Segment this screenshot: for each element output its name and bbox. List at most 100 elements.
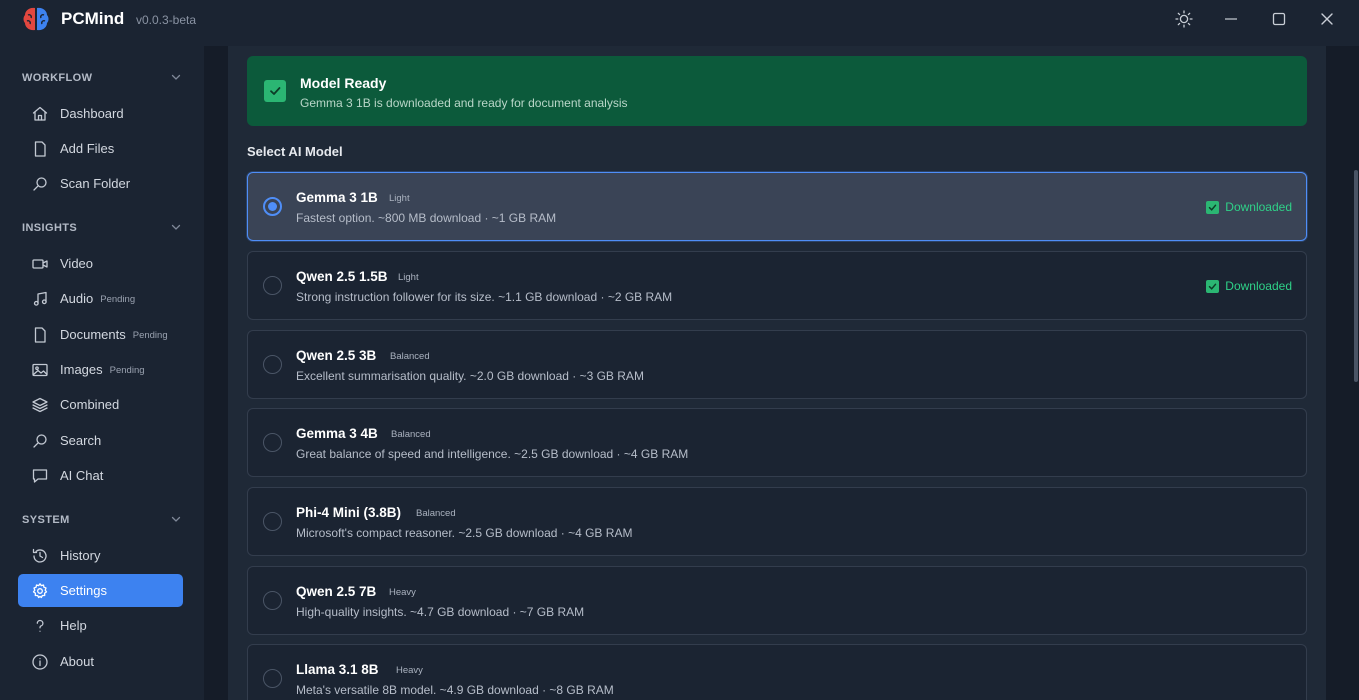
model-description: Excellent summarisation quality. ~2.0 GB… bbox=[296, 369, 644, 383]
chevron-down-icon bbox=[170, 513, 182, 528]
model-card[interactable]: Phi-4 Mini (3.8B) Balanced Microsoft's c… bbox=[247, 487, 1307, 556]
sidebar-item-combined[interactable]: Combined bbox=[18, 388, 183, 421]
sidebar-item-label: Search bbox=[60, 433, 102, 448]
section-title: WORKFLOW bbox=[22, 72, 93, 84]
model-description: Microsoft's compact reasoner. ~2.5 GB do… bbox=[296, 526, 633, 540]
sidebar-item-help[interactable]: Help bbox=[18, 609, 183, 642]
gear-icon bbox=[31, 582, 49, 600]
model-card[interactable]: Qwen 2.5 3B Balanced Excellent summarisa… bbox=[247, 330, 1307, 399]
sidebar-item-video[interactable]: Video bbox=[18, 247, 183, 280]
model-card[interactable]: Llama 3.1 8B Heavy Meta's versatile 8B m… bbox=[247, 644, 1307, 700]
model-radio[interactable] bbox=[263, 355, 282, 374]
model-tier-tag: Light bbox=[398, 272, 419, 283]
model-radio[interactable] bbox=[263, 512, 282, 531]
select-model-label: Select AI Model bbox=[247, 144, 343, 159]
minimize-button[interactable] bbox=[1215, 4, 1247, 34]
sidebar-item-label: Dashboard bbox=[60, 106, 124, 121]
model-card[interactable]: Qwen 2.5 7B Heavy High-quality insights.… bbox=[247, 566, 1307, 635]
model-description: Fastest option. ~800 MB download · ~1 GB… bbox=[296, 211, 557, 225]
sidebar-item-label: Add Files bbox=[60, 141, 115, 156]
sidebar-item-label: About bbox=[60, 654, 94, 669]
model-card[interactable]: Qwen 2.5 1.5B Light Strong instruction f… bbox=[247, 251, 1307, 320]
pending-badge: Pending bbox=[100, 293, 136, 305]
sidebar-item-images[interactable]: Images Pending bbox=[18, 353, 183, 386]
sun-icon bbox=[1175, 10, 1193, 28]
title-bar: PCMind v0.0.3-beta bbox=[0, 0, 1359, 38]
sidebar-item-label: Help bbox=[60, 618, 87, 633]
search-icon bbox=[31, 175, 49, 193]
model-description: Great balance of speed and intelligence.… bbox=[296, 447, 689, 461]
sidebar-item-audio[interactable]: Audio Pending bbox=[18, 282, 183, 315]
chevron-down-icon bbox=[170, 221, 182, 236]
scrollbar-thumb[interactable] bbox=[1354, 170, 1358, 382]
chat-icon bbox=[31, 467, 49, 485]
app-name: PCMind bbox=[61, 9, 125, 28]
model-radio[interactable] bbox=[263, 433, 282, 452]
model-card[interactable]: Gemma 3 1B Light Fastest option. ~800 MB… bbox=[247, 172, 1307, 241]
downloaded-label: Downloaded bbox=[1225, 200, 1292, 214]
section-header-insights[interactable]: INSIGHTS bbox=[22, 218, 182, 238]
sidebar-item-settings[interactable]: Settings bbox=[18, 574, 183, 607]
model-tier-tag: Balanced bbox=[391, 429, 431, 440]
sidebar-item-label: Audio bbox=[60, 291, 94, 306]
model-name: Qwen 2.5 7B bbox=[296, 584, 377, 599]
model-name: Phi-4 Mini (3.8B) bbox=[296, 505, 402, 520]
sidebar-item-scan-folder[interactable]: Scan Folder bbox=[18, 167, 183, 200]
model-radio[interactable] bbox=[263, 197, 282, 216]
model-tier-tag: Heavy bbox=[396, 665, 423, 676]
downloaded-status: Downloaded bbox=[1206, 279, 1292, 293]
model-name: Llama 3.1 8B bbox=[296, 662, 379, 677]
history-icon bbox=[31, 547, 49, 565]
sidebar-item-label: Images bbox=[60, 362, 103, 377]
sidebar-item-label: Video bbox=[60, 256, 94, 271]
sidebar: WORKFLOW Dashboard Add Files Scan Folder… bbox=[0, 46, 204, 700]
sidebar-item-label: History bbox=[60, 548, 101, 563]
model-radio[interactable] bbox=[263, 591, 282, 610]
sidebar-item-search[interactable]: Search bbox=[18, 424, 183, 457]
check-icon bbox=[1206, 279, 1220, 293]
close-button[interactable] bbox=[1311, 4, 1343, 34]
sidebar-item-label: AI Chat bbox=[60, 468, 104, 483]
sidebar-item-about[interactable]: About bbox=[18, 645, 183, 678]
model-tier-tag: Heavy bbox=[389, 587, 416, 598]
minimize-icon bbox=[1225, 18, 1237, 20]
model-card[interactable]: Gemma 3 4B Balanced Great balance of spe… bbox=[247, 408, 1307, 477]
model-radio[interactable] bbox=[263, 669, 282, 688]
sidebar-item-documents[interactable]: Documents Pending bbox=[18, 318, 183, 351]
theme-toggle-button[interactable] bbox=[1168, 4, 1200, 34]
video-icon bbox=[31, 255, 49, 273]
sidebar-item-history[interactable]: History bbox=[18, 539, 183, 572]
section-title: INSIGHTS bbox=[22, 222, 78, 234]
pending-badge: Pending bbox=[132, 329, 168, 341]
model-name: Qwen 2.5 3B bbox=[296, 348, 377, 363]
close-icon bbox=[1321, 13, 1333, 25]
brain-logo-icon bbox=[22, 6, 50, 32]
check-icon bbox=[1206, 200, 1220, 214]
downloaded-label: Downloaded bbox=[1225, 279, 1292, 293]
file-icon bbox=[31, 140, 49, 158]
file-icon bbox=[31, 326, 49, 344]
sidebar-item-add-files[interactable]: Add Files bbox=[18, 132, 183, 165]
sidebar-item-ai-chat[interactable]: AI Chat bbox=[18, 459, 183, 492]
image-icon bbox=[31, 361, 49, 379]
layers-icon bbox=[31, 396, 49, 414]
section-header-workflow[interactable]: WORKFLOW bbox=[22, 68, 182, 88]
section-header-system[interactable]: SYSTEM bbox=[22, 510, 182, 530]
banner-title: Model Ready bbox=[300, 75, 387, 91]
help-icon bbox=[31, 617, 49, 635]
music-icon bbox=[31, 290, 49, 308]
model-radio[interactable] bbox=[263, 276, 282, 295]
check-icon bbox=[264, 80, 286, 102]
section-title: SYSTEM bbox=[22, 514, 70, 526]
sidebar-item-dashboard[interactable]: Dashboard bbox=[18, 97, 183, 130]
model-name: Gemma 3 1B bbox=[296, 190, 378, 205]
sidebar-item-label: Combined bbox=[60, 397, 120, 412]
banner-subtitle: Gemma 3 1B is downloaded and ready for d… bbox=[300, 96, 628, 110]
maximize-button[interactable] bbox=[1263, 4, 1295, 34]
model-name: Qwen 2.5 1.5B bbox=[296, 269, 388, 284]
maximize-icon bbox=[1272, 12, 1286, 26]
sidebar-item-label: Documents bbox=[60, 327, 126, 342]
model-tier-tag: Balanced bbox=[390, 351, 430, 362]
model-tier-tag: Balanced bbox=[416, 508, 456, 519]
home-icon bbox=[31, 105, 49, 123]
